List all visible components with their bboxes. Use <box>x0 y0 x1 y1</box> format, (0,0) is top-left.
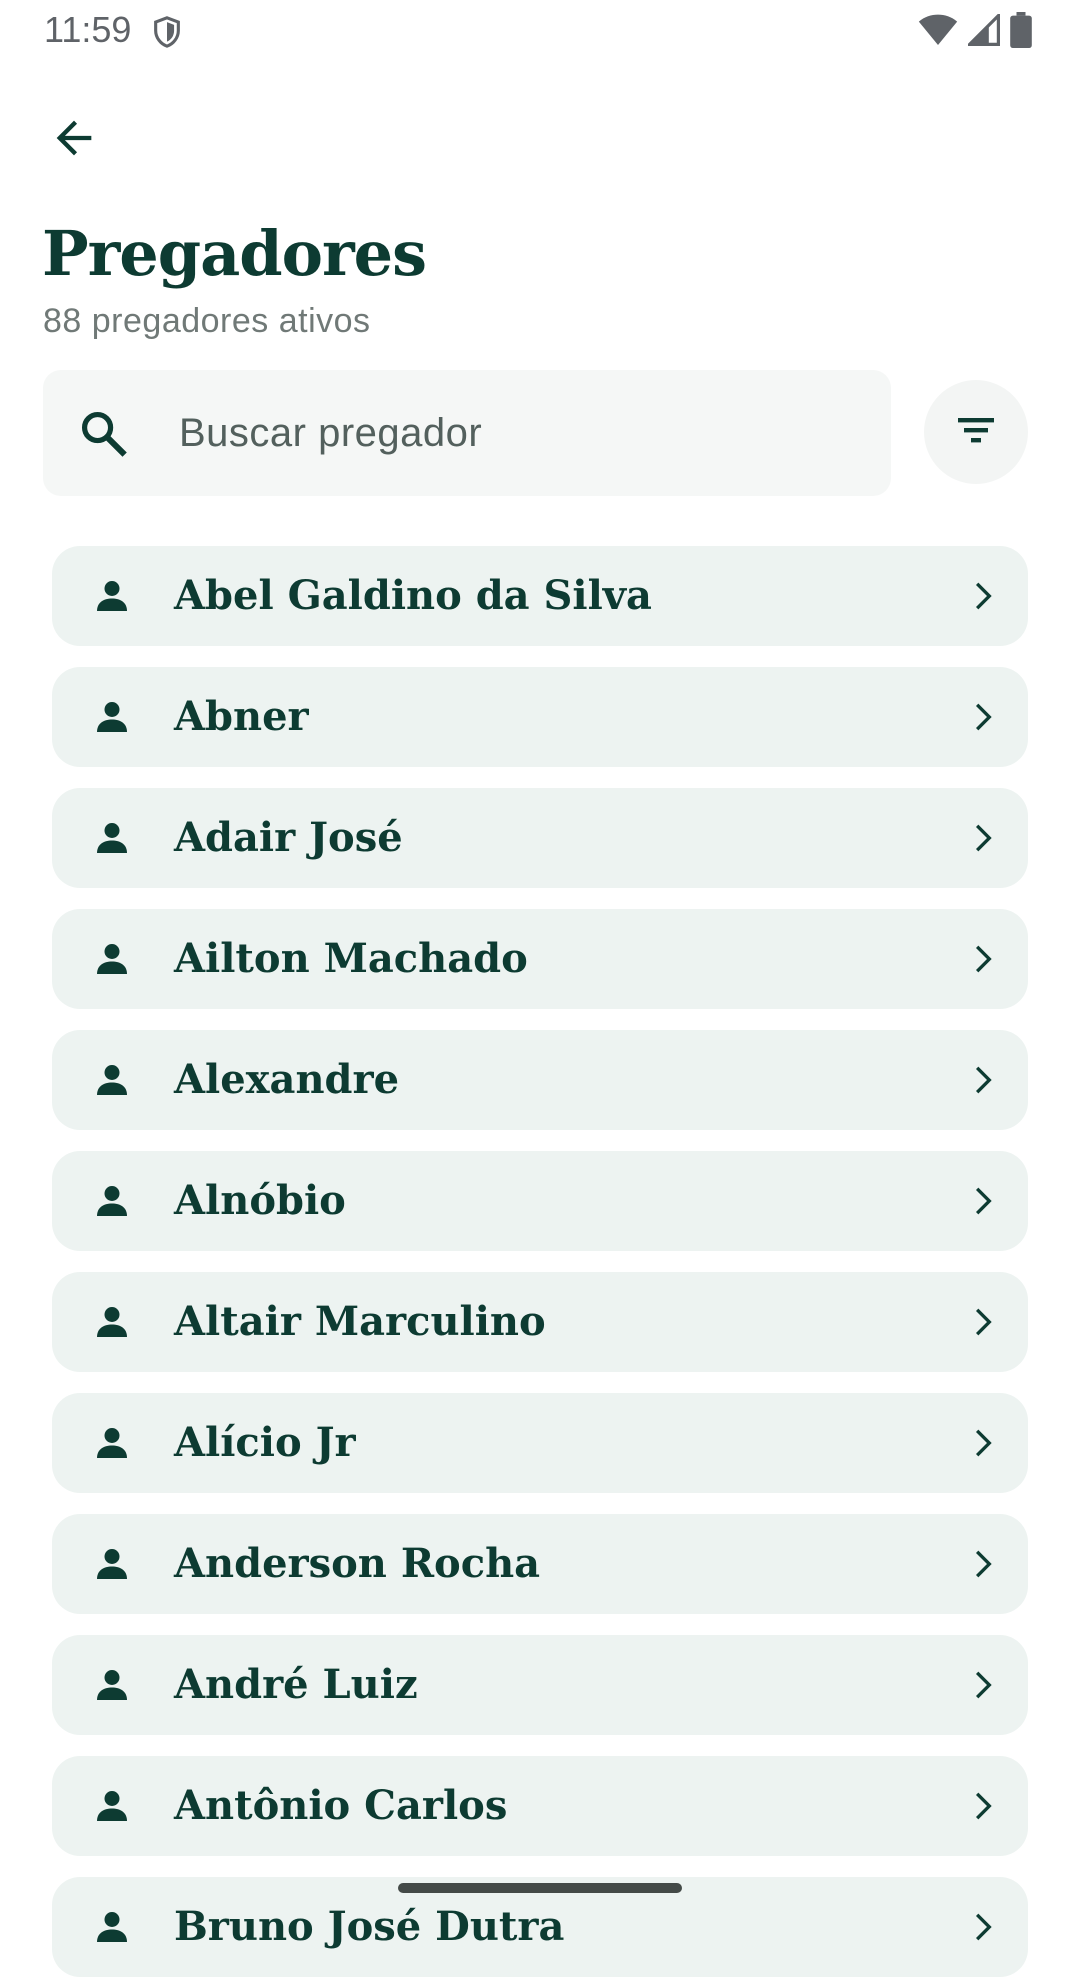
preacher-name: Antônio Carlos <box>174 1782 508 1829</box>
chevron-right-icon <box>964 1181 1004 1221</box>
person-icon <box>92 1302 132 1342</box>
preacher-name: Anderson Rocha <box>174 1540 541 1587</box>
preacher-list-item[interactable]: Abel Galdino da Silva <box>52 546 1028 646</box>
preacher-list-item[interactable]: Alexandre <box>52 1030 1028 1130</box>
chevron-right-icon <box>964 1907 1004 1947</box>
chevron-right-icon <box>964 1544 1004 1584</box>
preacher-name: André Luiz <box>174 1661 418 1708</box>
wifi-icon <box>918 13 958 52</box>
back-button[interactable] <box>38 104 110 176</box>
preacher-name: Abel Galdino da Silva <box>174 572 652 619</box>
status-icons <box>918 11 1032 53</box>
preacher-name: Altair Marculino <box>174 1298 546 1345</box>
person-icon <box>92 576 132 616</box>
preacher-name: Adair José <box>174 814 403 861</box>
preacher-list-item[interactable]: Antônio Carlos <box>52 1756 1028 1856</box>
battery-icon <box>1010 11 1032 53</box>
person-icon <box>92 1423 132 1463</box>
signal-icon <box>965 11 1000 51</box>
preacher-list-item[interactable]: Alício Jr <box>52 1393 1028 1493</box>
preacher-list-item[interactable]: Alnóbio <box>52 1151 1028 1251</box>
person-icon <box>92 1786 132 1826</box>
search-box[interactable] <box>43 370 891 496</box>
preacher-list-item[interactable]: André Luiz <box>52 1635 1028 1735</box>
preacher-name: Ailton Machado <box>174 935 528 982</box>
preacher-list-item[interactable]: Ailton Machado <box>52 909 1028 1009</box>
preacher-name: Alício Jr <box>174 1419 356 1466</box>
preacher-name: Alnóbio <box>174 1177 346 1224</box>
person-icon <box>92 939 132 979</box>
page-title: Pregadores <box>42 217 427 290</box>
person-icon <box>92 1907 132 1947</box>
status-time: 11:59 <box>44 9 132 50</box>
search-input[interactable] <box>179 403 859 463</box>
chevron-right-icon <box>964 1302 1004 1342</box>
preacher-list-item[interactable]: Adair José <box>52 788 1028 888</box>
person-icon <box>92 1665 132 1705</box>
person-icon <box>92 1544 132 1584</box>
navigation-handle[interactable] <box>398 1883 682 1893</box>
chevron-right-icon <box>964 939 1004 979</box>
preacher-list-item[interactable]: Anderson Rocha <box>52 1514 1028 1614</box>
filter-icon <box>952 406 1000 459</box>
person-icon <box>92 818 132 858</box>
preacher-list-item[interactable]: Altair Marculino <box>52 1272 1028 1372</box>
preacher-list-item[interactable]: Abner <box>52 667 1028 767</box>
search-icon <box>77 407 129 459</box>
arrow-back-icon <box>48 112 100 169</box>
filter-button[interactable] <box>924 380 1028 484</box>
chevron-right-icon <box>964 1665 1004 1705</box>
chevron-right-icon <box>964 697 1004 737</box>
page-subtitle: 88 pregadores ativos <box>43 302 371 340</box>
status-bar: 11:59 <box>0 0 1080 64</box>
shield-icon <box>150 14 184 50</box>
chevron-right-icon <box>964 1786 1004 1826</box>
chevron-right-icon <box>964 576 1004 616</box>
preacher-name: Abner <box>174 693 309 740</box>
person-icon <box>92 1060 132 1100</box>
chevron-right-icon <box>964 1060 1004 1100</box>
preacher-name: Bruno José Dutra <box>174 1903 565 1950</box>
chevron-right-icon <box>964 818 1004 858</box>
person-icon <box>92 697 132 737</box>
person-icon <box>92 1181 132 1221</box>
chevron-right-icon <box>964 1423 1004 1463</box>
preacher-name: Alexandre <box>174 1056 400 1103</box>
